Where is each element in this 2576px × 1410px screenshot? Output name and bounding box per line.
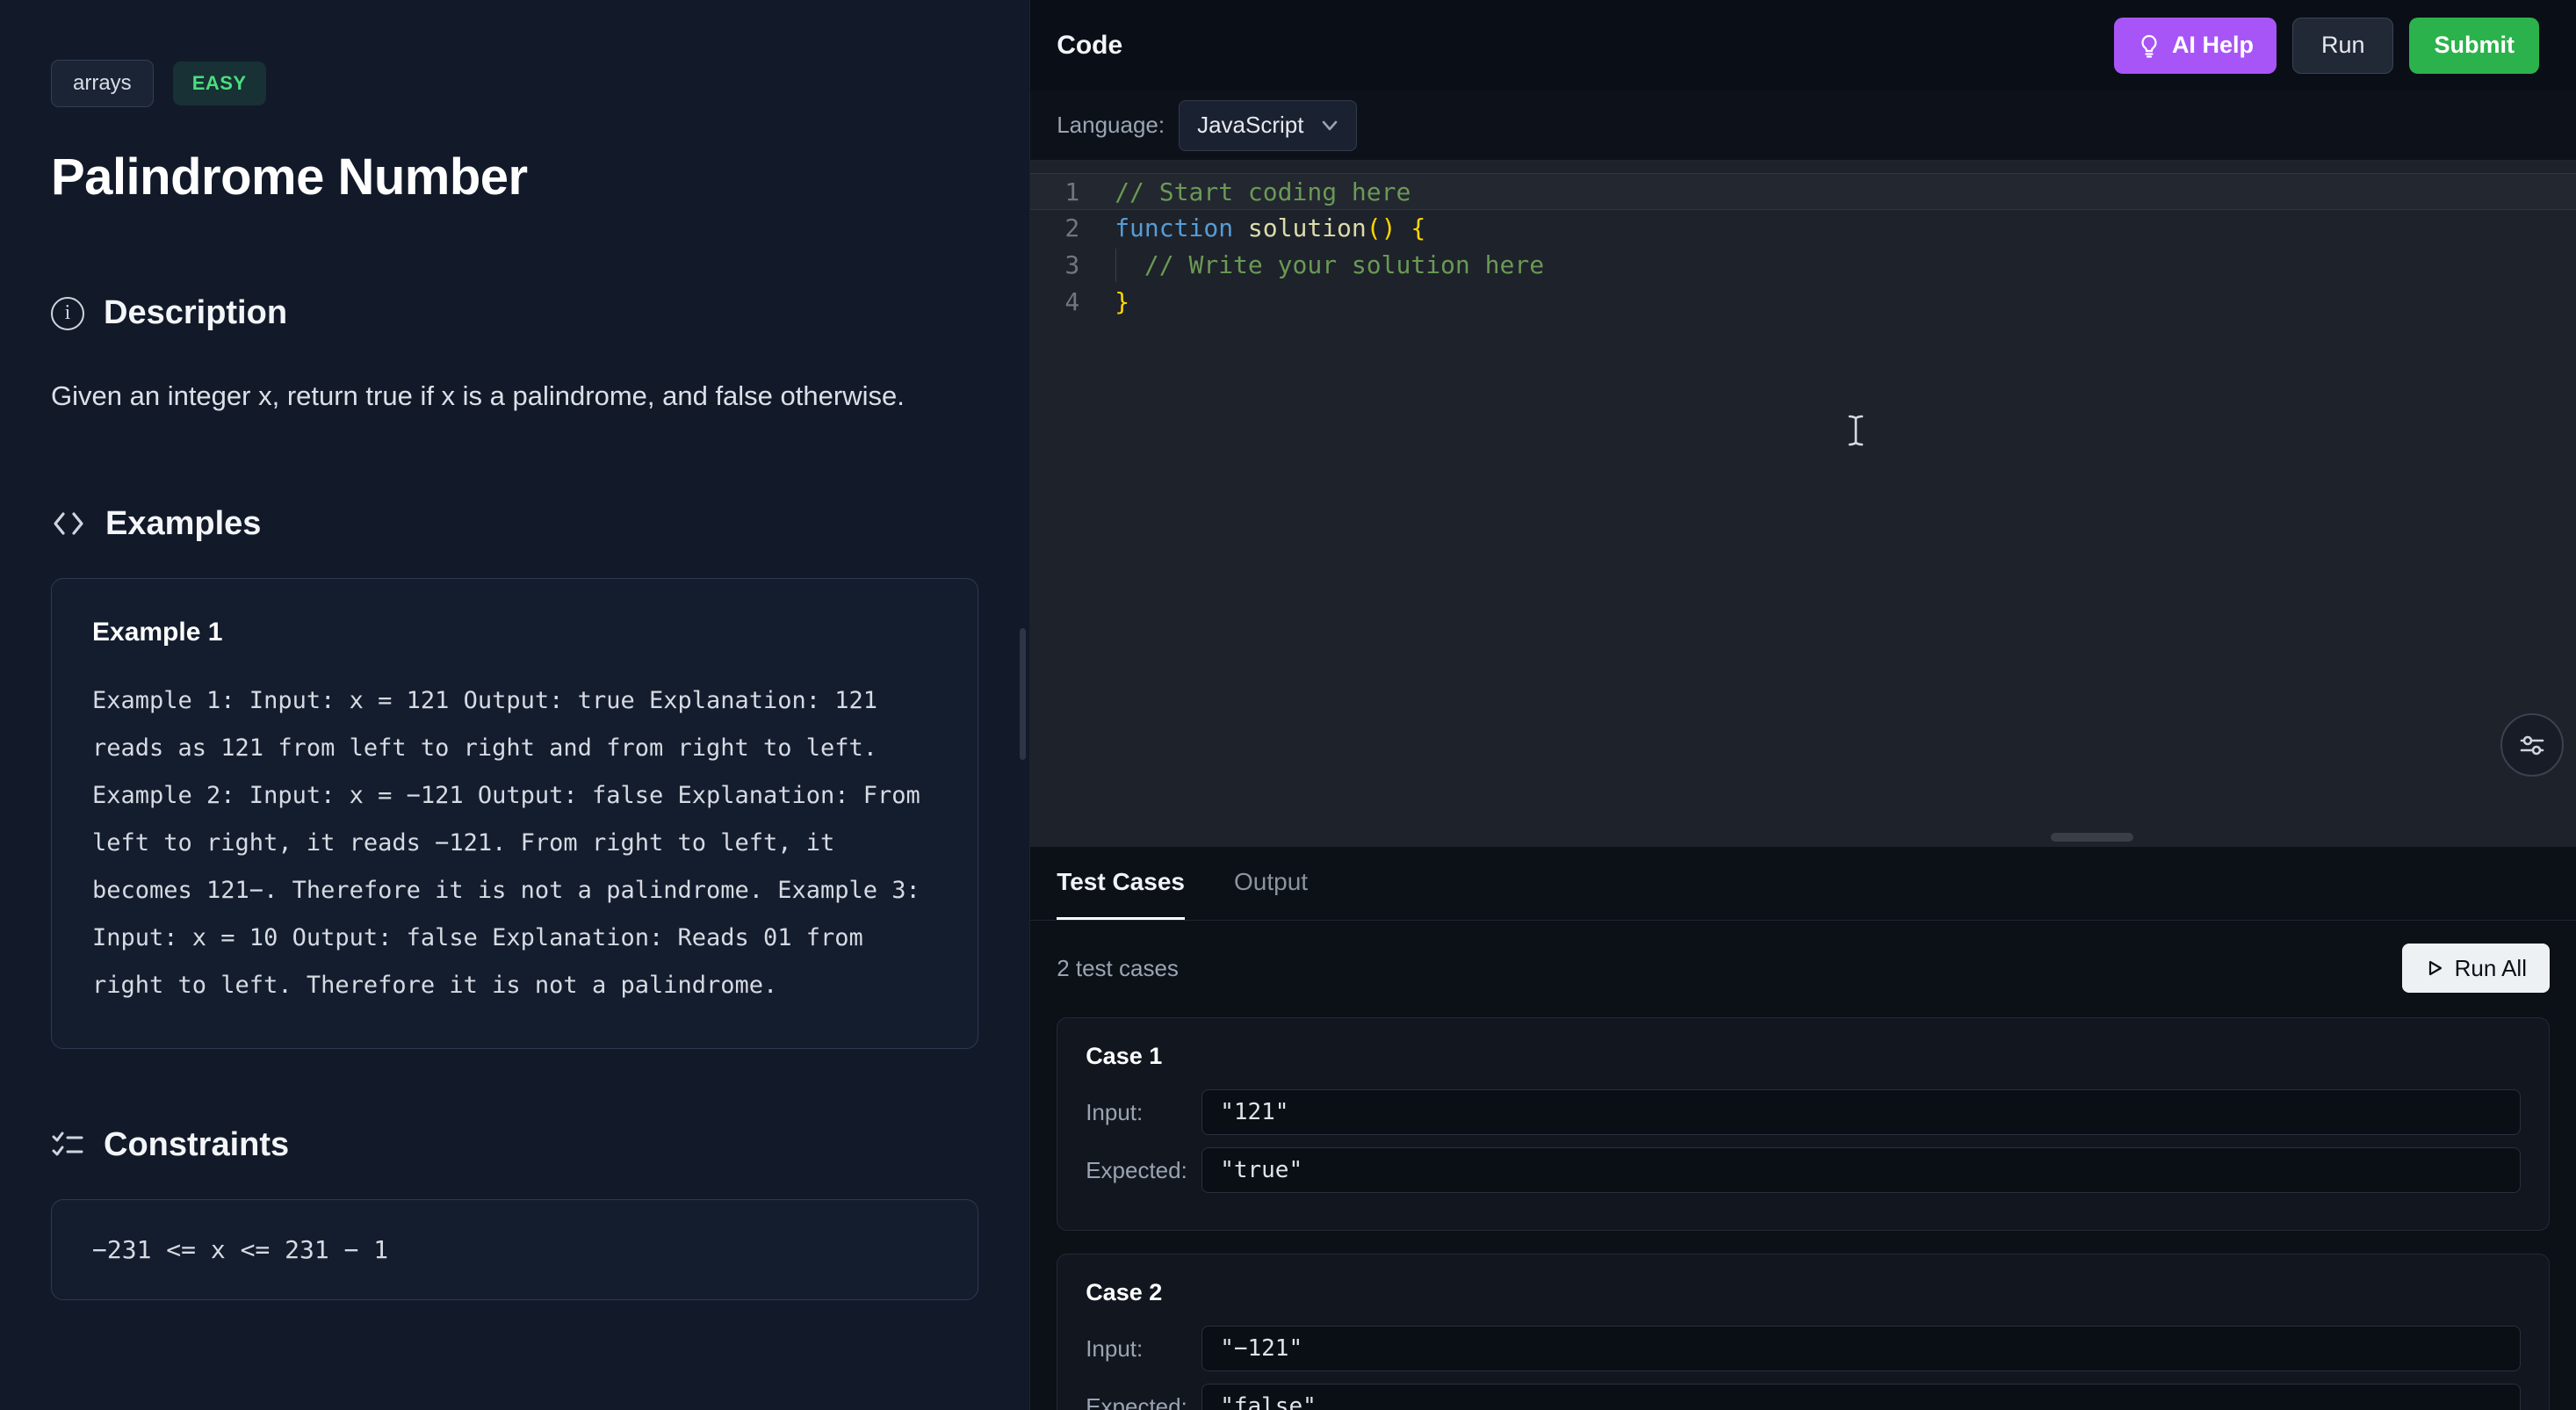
run-all-label: Run All <box>2455 955 2527 982</box>
code-header: Code AI Help Run Submit <box>1030 0 2576 90</box>
code-comment: // Write your solution here <box>1115 250 1544 279</box>
info-circle-icon: i <box>51 297 84 330</box>
submit-label: Submit <box>2434 32 2515 59</box>
tests-body: 2 test cases Run All Case 1 Input: <box>1030 921 2576 1410</box>
tests-toolbar: 2 test cases Run All <box>1057 944 2550 993</box>
description-heading-label: Description <box>104 294 287 332</box>
ai-help-button[interactable]: AI Help <box>2114 18 2277 74</box>
run-label: Run <box>2321 32 2365 59</box>
test-case-card: Case 1 Input: Expected: <box>1057 1017 2550 1231</box>
code-keyword: function <box>1115 213 1233 242</box>
app-root: arrays EASY Palindrome Number i Descript… <box>0 0 2576 1410</box>
language-select[interactable]: JavaScript <box>1179 100 1357 151</box>
code-brackets: () { <box>1367 213 1425 242</box>
example-card-title: Example 1 <box>92 618 937 647</box>
tests-section: Test Cases Output 2 test cases Run All <box>1030 847 2576 1410</box>
code-line[interactable]: 4 } <box>1030 284 2576 321</box>
code-line[interactable]: 2 function solution() { <box>1030 210 2576 247</box>
case-input-row: Input: <box>1086 1089 2521 1135</box>
code-function-name: solution <box>1233 213 1367 242</box>
case1-expected-field[interactable] <box>1201 1147 2521 1193</box>
header-actions: AI Help Run Submit <box>2114 18 2539 74</box>
indent-guide <box>1115 249 1116 282</box>
code-editor[interactable]: 1 // Start coding here 2 function soluti… <box>1030 161 2576 847</box>
topic-tag: arrays <box>51 60 154 107</box>
examples-heading: Examples <box>51 505 978 543</box>
code-panel: Code AI Help Run Submit Language: J <box>1030 0 2576 1410</box>
language-selected-value: JavaScript <box>1197 112 1303 139</box>
test-case-card: Case 2 Input: Expected: <box>1057 1254 2550 1410</box>
test-cases-count: 2 test cases <box>1057 955 1179 982</box>
code-line[interactable]: 1 // Start coding here <box>1030 173 2576 210</box>
case-title: Case 1 <box>1086 1043 2521 1070</box>
difficulty-badge: EASY <box>173 61 266 105</box>
example-card: Example 1 Example 1: Input: x = 121 Outp… <box>51 578 978 1049</box>
problem-panel: arrays EASY Palindrome Number i Descript… <box>0 0 1030 1410</box>
language-label: Language: <box>1057 112 1165 139</box>
problem-title: Palindrome Number <box>51 148 978 206</box>
examples-heading-label: Examples <box>105 505 261 543</box>
code-line[interactable]: 3 // Write your solution here <box>1030 247 2576 284</box>
case-expected-row: Expected: <box>1086 1384 2521 1410</box>
case-input-row: Input: <box>1086 1326 2521 1371</box>
line-number: 3 <box>1030 247 1115 284</box>
tab-output-label: Output <box>1234 868 1308 896</box>
run-button[interactable]: Run <box>2292 18 2394 74</box>
description-text: Given an integer x, return true if x is … <box>51 376 978 417</box>
code-brackets: } <box>1115 287 1129 316</box>
code-panel-title: Code <box>1057 31 1122 61</box>
expected-label: Expected: <box>1086 1393 1201 1410</box>
tab-test-cases[interactable]: Test Cases <box>1057 847 1185 920</box>
constraints-card: −231 <= x <= 231 − 1 <box>51 1199 978 1300</box>
lightbulb-icon <box>2137 33 2161 58</box>
play-icon <box>2425 958 2444 978</box>
code-comment: // Start coding here <box>1115 177 1411 206</box>
case2-input-field[interactable] <box>1201 1326 2521 1371</box>
case-title: Case 2 <box>1086 1279 2521 1306</box>
input-label: Input: <box>1086 1099 1201 1126</box>
ai-help-label: AI Help <box>2172 32 2254 59</box>
sliders-icon <box>2517 730 2547 760</box>
constraints-heading-label: Constraints <box>104 1126 289 1164</box>
floating-settings-button[interactable] <box>2500 713 2564 777</box>
code-brackets-icon <box>51 508 86 539</box>
constraints-heading: Constraints <box>51 1126 978 1164</box>
language-bar: Language: JavaScript <box>1030 90 2576 161</box>
run-all-button[interactable]: Run All <box>2402 944 2550 993</box>
tab-output[interactable]: Output <box>1234 847 1308 920</box>
expected-label: Expected: <box>1086 1157 1201 1184</box>
editor-horizontal-scrollbar[interactable] <box>2051 833 2133 842</box>
example-card-body: Example 1: Input: x = 121 Output: true E… <box>92 677 937 1009</box>
checklist-icon <box>51 1129 84 1161</box>
problem-tags-row: arrays EASY <box>51 60 978 107</box>
tab-test-cases-label: Test Cases <box>1057 868 1185 896</box>
chevron-down-icon <box>1321 119 1339 132</box>
case-expected-row: Expected: <box>1086 1147 2521 1193</box>
case1-input-field[interactable] <box>1201 1089 2521 1135</box>
problem-panel-scrollbar[interactable] <box>1020 628 1026 760</box>
line-number: 1 <box>1030 174 1115 209</box>
description-heading: i Description <box>51 294 978 332</box>
case2-expected-field[interactable] <box>1201 1384 2521 1410</box>
tests-tabs: Test Cases Output <box>1030 847 2576 921</box>
input-label: Input: <box>1086 1335 1201 1363</box>
line-number: 2 <box>1030 210 1115 247</box>
constraints-text: −231 <= x <= 231 − 1 <box>92 1235 937 1264</box>
line-number: 4 <box>1030 284 1115 321</box>
submit-button[interactable]: Submit <box>2409 18 2539 74</box>
